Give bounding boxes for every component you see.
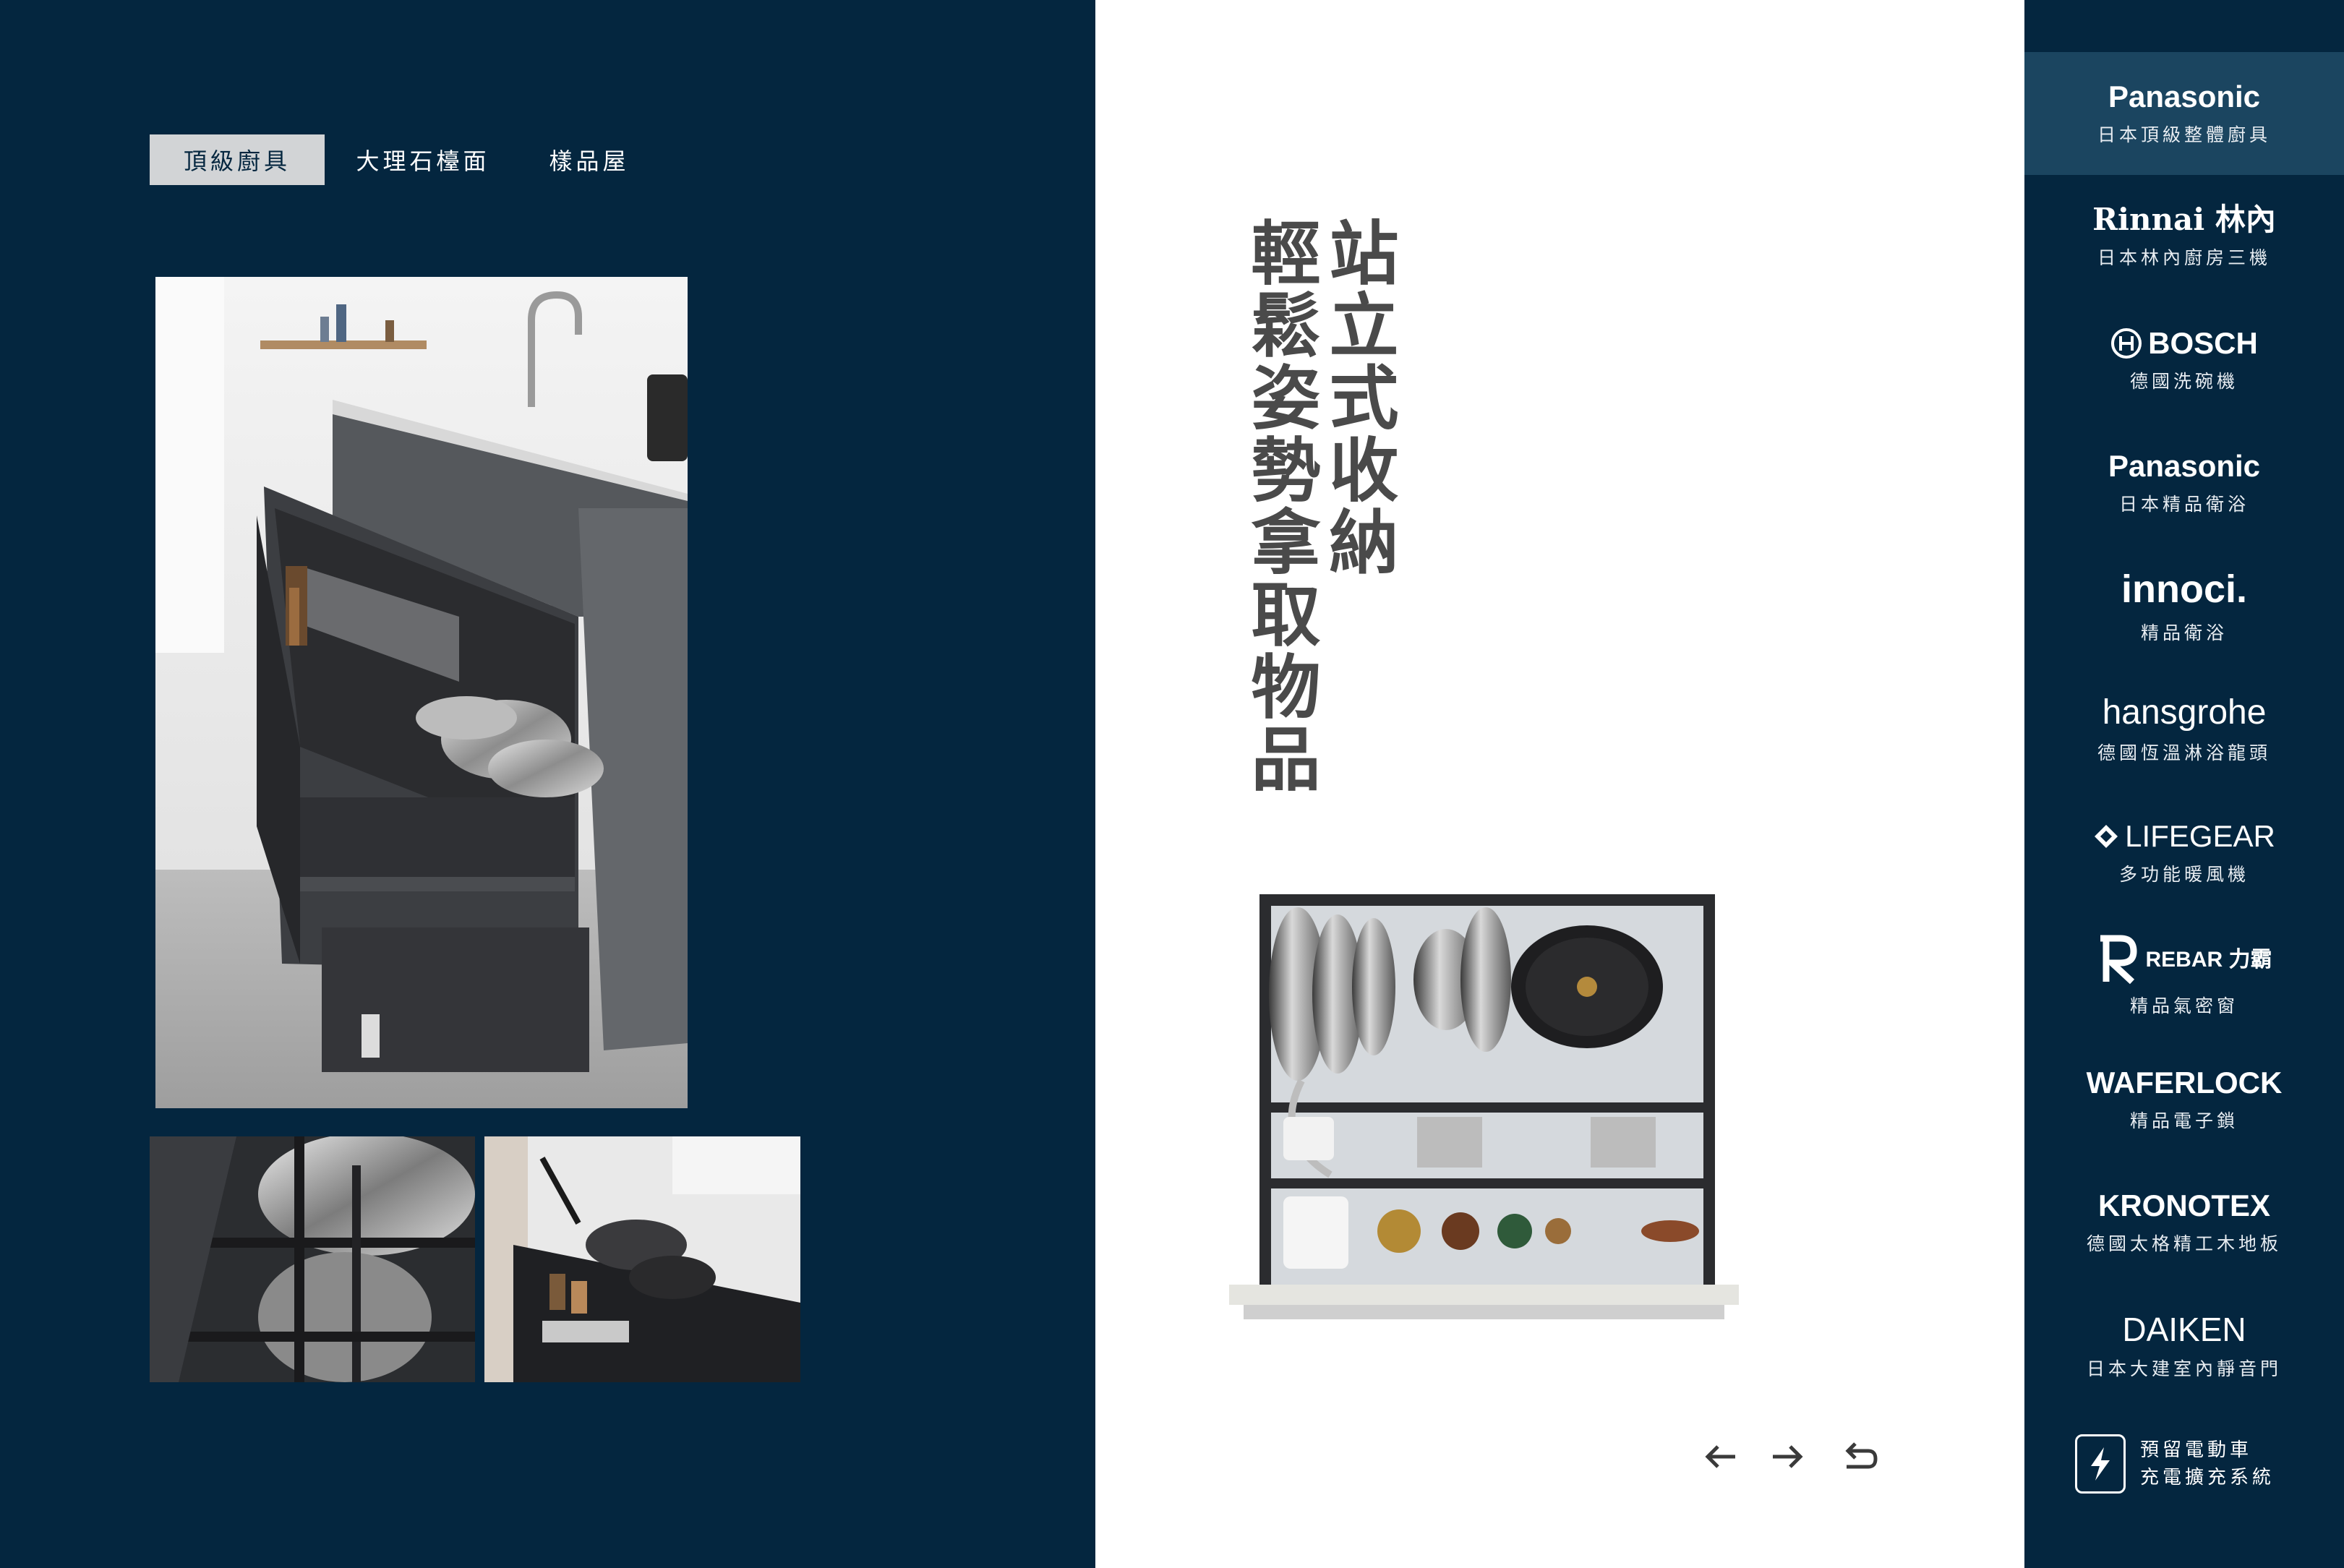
brand-logo: Rinnai 林內 [2092,201,2276,237]
brand-subtitle: 精品衛浴 [2140,622,2228,643]
back-button[interactable] [1834,1431,1885,1482]
lifegear-icon [2095,825,2118,848]
brand-logo: KRONOTEX [2097,1188,2270,1222]
brand-panasonic-kitchen[interactable]: Panasonic 日本頂級整體廚具 [2024,52,2344,175]
arrow-right-icon [1773,1445,1803,1468]
drawer-cooking-photo [484,1136,800,1382]
brand-rinnai[interactable]: Rinnai 林內 日本林內廚房三機 [2024,175,2344,298]
brand-rebar[interactable]: REBAR 力霸 精品氣密窗 [2024,914,2344,1037]
arrow-left-icon [1705,1445,1735,1468]
brand-subtitle: 德國洗碗機 [2129,371,2238,393]
next-button[interactable] [1762,1431,1813,1482]
ev-charging-item[interactable]: 預留電動車 充電擴充系統 [2075,1428,2314,1500]
brand-innoci[interactable]: innoci. 精品衛浴 [2024,545,2344,668]
brand-logo: hansgrohe [2102,693,2267,732]
brand-subtitle: 精品電子鎖 [2129,1110,2238,1132]
brand-subtitle: 日本精品衛浴 [2118,494,2249,515]
bosch-icon [2111,328,2142,359]
brand-hansgrohe[interactable]: hansgrohe 德國恆溫淋浴龍頭 [2024,668,2344,791]
tab-marble-countertop[interactable]: 大理石檯面 [340,134,506,185]
return-icon [1845,1442,1878,1469]
ev-line1: 預留電動車 [2140,1439,2253,1461]
brand-logo: DAIKEN [2122,1310,2246,1348]
brand-subtitle: 日本大建室內靜音門 [2086,1358,2282,1380]
main-kitchen-photo [155,277,688,1108]
lightning-icon [2075,1434,2126,1494]
brand-logo: innoci. [2121,567,2247,612]
brand-panasonic-bath[interactable]: Panasonic 日本精品衛浴 [2024,421,2344,544]
brand-subtitle: 日本林內廚房三機 [2097,247,2271,269]
brand-daiken[interactable]: DAIKEN 日本大建室內靜音門 [2024,1285,2344,1408]
headline-line2: 輕鬆姿勢拿取物品 [1239,217,1320,795]
headline-line1: 站立式收納 [1317,217,1398,578]
prev-button[interactable] [1695,1431,1746,1482]
brand-logo: WAFERLOCK [2086,1065,2283,1100]
tab-model-house[interactable]: 樣品屋 [535,134,643,185]
brand-logo: BOSCH [2148,325,2258,360]
brand-kronotex[interactable]: KRONOTEX 德國太格精工木地板 [2024,1161,2344,1284]
brand-subtitle: 日本頂級整體廚具 [2097,124,2271,146]
brand-subtitle: 德國恆溫淋浴龍頭 [2097,742,2271,764]
drawer-divider-photo [150,1136,475,1382]
brand-waferlock[interactable]: WAFERLOCK 精品電子鎖 [2024,1038,2344,1161]
brand-logo: Panasonic [2108,79,2261,113]
brand-subtitle: 多功能暖風機 [2118,864,2249,886]
ev-line2: 充電擴充系統 [2140,1467,2275,1488]
brand-bosch[interactable]: BOSCH 德國洗碗機 [2024,299,2344,421]
brand-logo: REBAR 力霸 [2145,947,2272,972]
tab-premium-kitchen[interactable]: 頂級廚具 [150,134,325,185]
rebar-icon [2100,935,2137,985]
brand-subtitle: 德國太格精工木地板 [2086,1233,2282,1255]
center-panel [1095,0,2024,1568]
brand-logo: Panasonic [2108,448,2261,483]
brand-logo: LIFEGEAR [2125,818,2275,853]
brand-lifegear[interactable]: LIFEGEAR 多功能暖風機 [2024,792,2344,914]
pot-rack-photo [1229,886,1739,1319]
brand-subtitle: 精品氣密窗 [2129,995,2238,1016]
